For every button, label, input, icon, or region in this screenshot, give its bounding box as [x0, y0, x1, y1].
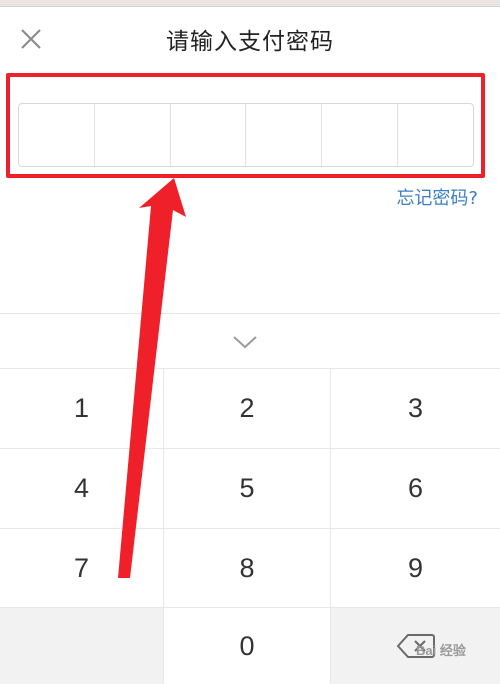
key-5[interactable]: 5 — [164, 448, 331, 528]
chevron-down-icon — [233, 336, 257, 349]
key-6[interactable]: 6 — [331, 448, 500, 528]
dialog-header: 请输入支付密码 — [0, 8, 500, 66]
key-3[interactable]: 3 — [331, 368, 500, 448]
key-2[interactable]: 2 — [164, 368, 331, 448]
watermark-logo: Bai 经验 — [416, 643, 466, 658]
close-button[interactable] — [14, 22, 48, 56]
keypad-grid: 1 2 3 4 5 6 7 8 9 0 — [0, 368, 500, 684]
key-0[interactable]: 0 — [164, 607, 331, 684]
password-digit-box[interactable] — [322, 104, 399, 166]
dialog-title: 请输入支付密码 — [166, 29, 334, 55]
password-digit-box[interactable] — [398, 104, 473, 166]
key-9[interactable]: 9 — [331, 528, 500, 607]
key-8[interactable]: 8 — [164, 528, 331, 607]
password-digit-box[interactable] — [171, 104, 247, 166]
forgot-password-link[interactable]: 忘记密码? — [396, 184, 478, 210]
close-icon — [21, 29, 41, 49]
payment-password-page: 请输入支付密码 忘记密码? 1 2 3 4 5 6 7 8 9 0 Bai 经验 — [0, 0, 500, 684]
password-digit-box[interactable] — [246, 104, 323, 166]
password-input-boxes[interactable] — [18, 103, 474, 167]
key-1[interactable]: 1 — [0, 368, 164, 448]
password-digit-box[interactable] — [19, 104, 95, 166]
key-7[interactable]: 7 — [0, 528, 164, 607]
background-strip — [0, 0, 500, 7]
key-blank — [0, 607, 164, 684]
password-digit-box[interactable] — [95, 104, 171, 166]
collapse-keyboard-button[interactable] — [225, 322, 265, 362]
key-4[interactable]: 4 — [0, 448, 164, 528]
